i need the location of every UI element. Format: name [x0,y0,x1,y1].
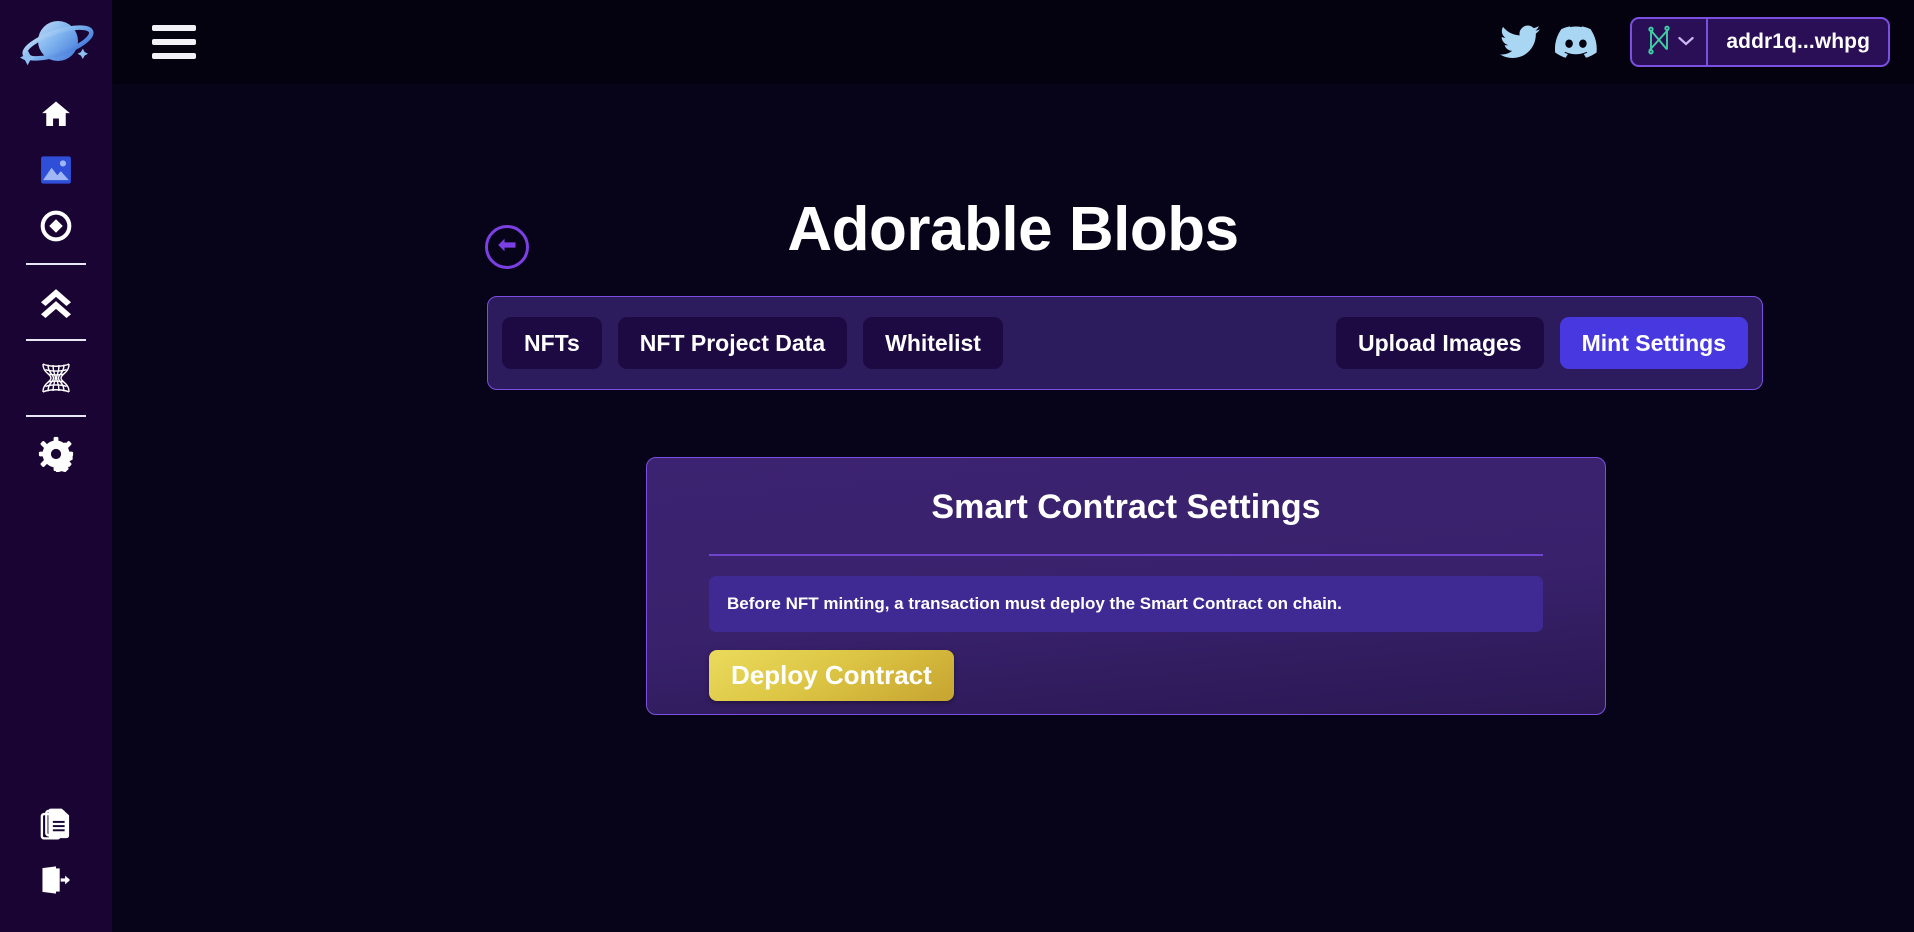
sidebar-item-images[interactable] [0,142,112,198]
app-root: addr1q...whpg Adorable Blobs NFTs NFT Pr… [0,0,1914,932]
tab-bar: NFTs NFT Project Data Whitelist Upload I… [487,296,1763,390]
sidebar-separator-1 [26,263,86,265]
hamburger-bar-1 [152,25,196,31]
deploy-info-alert: Before NFT minting, a transaction must d… [709,576,1543,632]
logout-icon [40,865,72,895]
hamburger-bar-3 [152,53,196,59]
alert-text: Before NFT minting, a transaction must d… [727,594,1342,613]
card-title: Smart Contract Settings [931,488,1321,526]
nami-wallet-icon [1646,25,1672,60]
twitter-link[interactable] [1492,18,1548,66]
tab-nfts[interactable]: NFTs [502,317,602,369]
chevron-down-icon [1678,33,1695,51]
sidebar-item-documents[interactable] [0,796,112,852]
sidebar-separator-3 [26,415,86,417]
smart-contract-settings-card: Smart Contract Settings Before NFT minti… [646,457,1606,715]
sidebar-item-logout[interactable] [0,852,112,908]
page-content: Adorable Blobs NFTs NFT Project Data Whi… [112,84,1914,932]
image-icon [40,155,72,185]
sidebar [0,0,112,932]
discord-link[interactable] [1548,18,1604,66]
sidebar-separator-2 [26,339,86,341]
page-title: Adorable Blobs [787,195,1239,264]
sidebar-nav [0,86,112,482]
documents-icon [40,807,72,841]
wallet-address[interactable]: addr1q...whpg [1708,19,1888,65]
twitter-icon [1500,25,1541,59]
tab-upload-images[interactable]: Upload Images [1336,317,1544,369]
tab-mint-settings[interactable]: Mint Settings [1559,317,1748,369]
sidebar-item-upgrade[interactable] [0,274,112,330]
sidebar-item-settings[interactable] [0,426,112,482]
main-column: addr1q...whpg Adorable Blobs NFTs NFT Pr… [112,0,1914,932]
sidebar-bottom-nav [0,796,112,932]
sidebar-item-token[interactable] [0,198,112,254]
planet-logo[interactable] [0,0,112,86]
wallet-selector[interactable] [1632,19,1709,65]
discord-icon [1555,25,1598,59]
topbar: addr1q...whpg [112,0,1914,84]
hamburger-menu-icon[interactable] [152,25,196,59]
tab-nft-project-data[interactable]: NFT Project Data [617,317,848,369]
card-divider [709,554,1543,556]
hamburger-bar-2 [152,39,196,45]
double-chevron-up-icon [38,284,74,320]
sidebar-item-mesh[interactable] [0,350,112,406]
deploy-contract-button[interactable]: Deploy Contract [709,650,954,701]
token-circle-icon [40,210,72,242]
wallet-chip[interactable]: addr1q...whpg [1630,17,1890,67]
gear-icon [38,436,74,472]
home-icon [39,98,73,130]
mesh-hourglass-icon [37,359,75,397]
tab-whitelist[interactable]: Whitelist [863,317,1003,369]
sidebar-item-home[interactable] [0,86,112,142]
